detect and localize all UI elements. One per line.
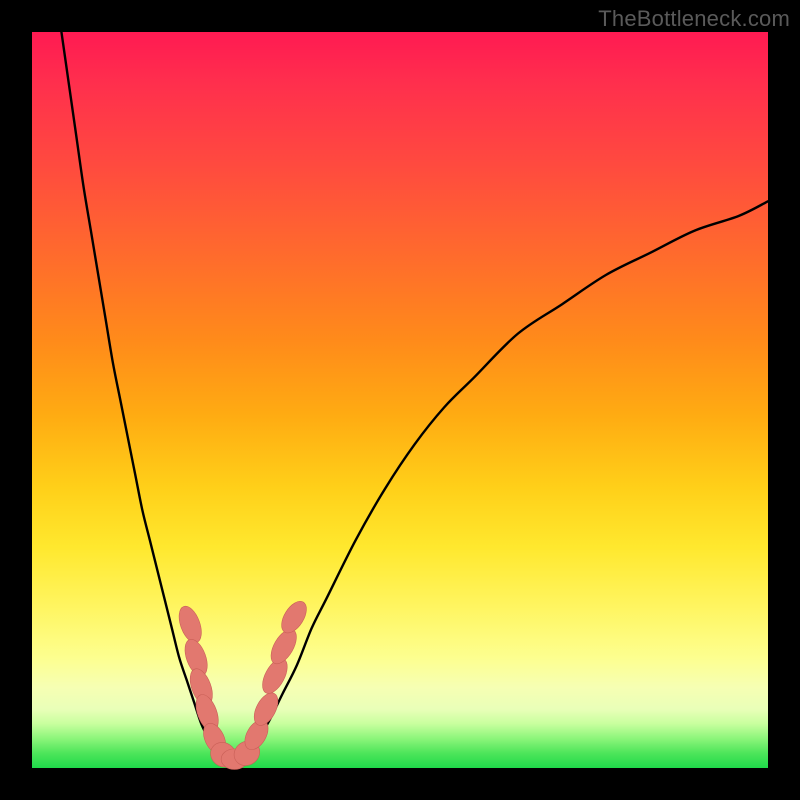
chart-markers xyxy=(175,597,312,772)
watermark-text: TheBottleneck.com xyxy=(598,6,790,32)
plot-area xyxy=(32,32,768,768)
chart-svg xyxy=(32,32,768,768)
chart-frame: TheBottleneck.com xyxy=(0,0,800,800)
bottleneck-curve xyxy=(61,32,768,761)
